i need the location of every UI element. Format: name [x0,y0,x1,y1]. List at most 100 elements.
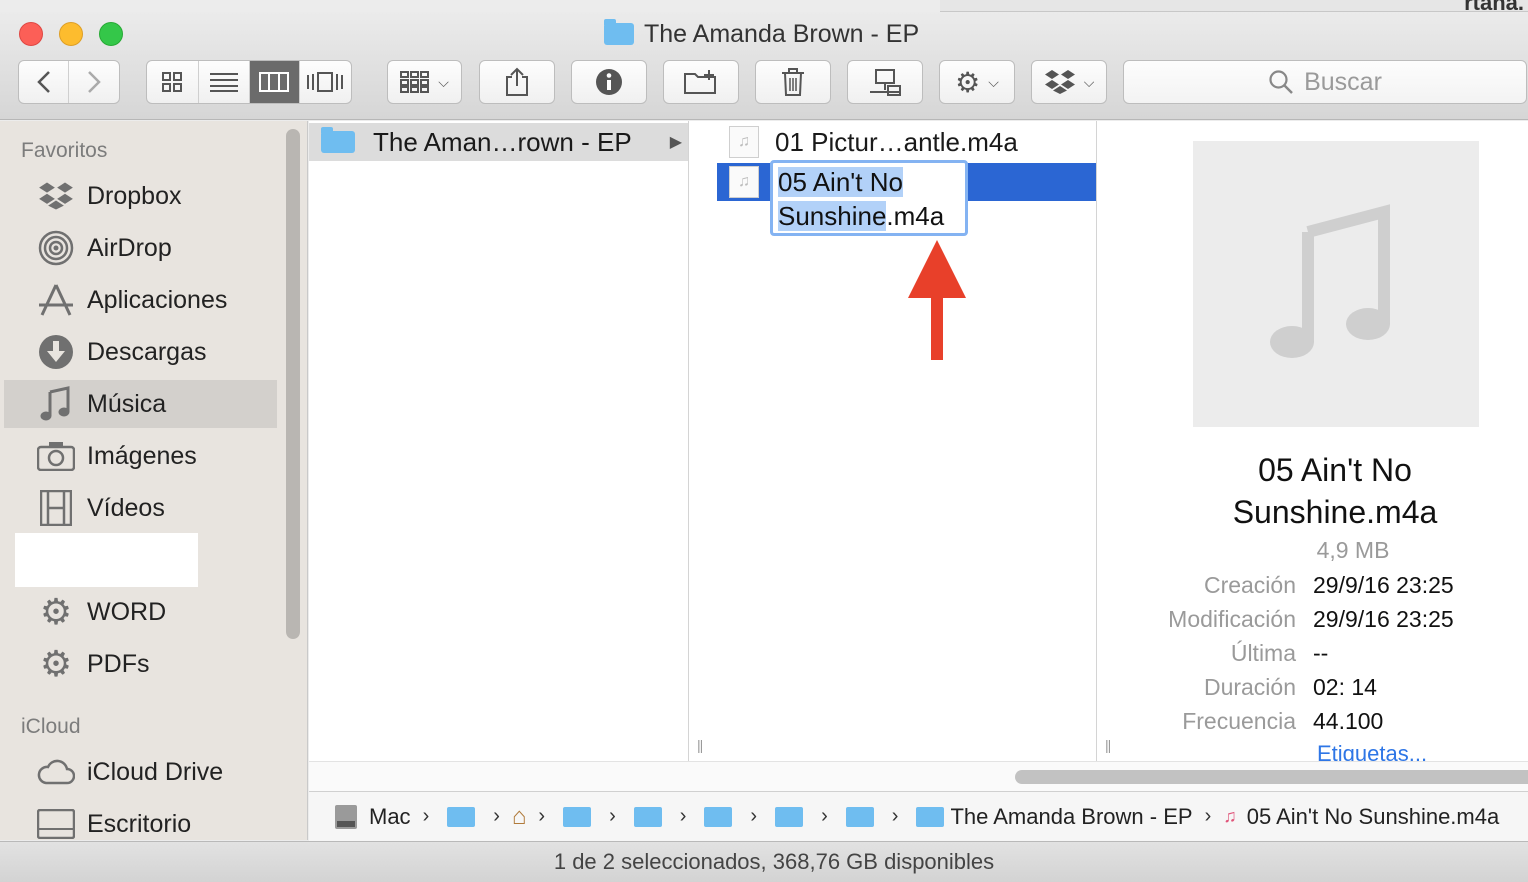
new-folder-icon [684,70,716,94]
audio-file-icon: ♫ [729,126,759,158]
zoom-button[interactable] [99,22,123,46]
sidebar-item-label: Vídeos [87,493,165,522]
rename-selected-part: Sunshine [778,201,887,231]
horizontal-scroll-thumb[interactable] [1015,770,1528,784]
path-separator-icon: › [891,805,899,827]
preview-title: 05 Ain't No Sunshine.m4a [1125,449,1528,533]
path-item-folder[interactable] [698,806,738,827]
forward-button[interactable] [69,61,119,103]
column-view-button[interactable] [250,61,300,103]
path-item-folder[interactable] [840,806,880,827]
path-separator-icon: › [750,805,758,827]
applications-icon [36,280,76,320]
path-item-album[interactable]: The Amanda Brown - EP [910,803,1193,830]
sidebar-item-label: PDFs [87,649,150,678]
path-item-folder[interactable] [628,806,668,827]
column-resize-handle[interactable]: || [1105,737,1111,753]
new-folder-button[interactable] [663,60,739,104]
path-item-home[interactable]: ⌂ [512,803,527,831]
sidebar-item-escritorio[interactable]: Escritorio [4,800,277,840]
music-folder-icon [563,806,592,827]
rename-text-field[interactable]: 05 Ain't No Sunshine.m4a [770,160,968,236]
columns-icon [259,72,290,92]
coverflow-view-button[interactable] [300,61,351,103]
path-item-music[interactable] [557,806,597,827]
sidebar-item-descargas[interactable]: Descargas [4,328,277,376]
path-separator-icon: › [493,805,500,827]
path-separator-icon: › [1204,805,1212,827]
path-item-folder[interactable] [769,806,809,827]
dropbox-icon [36,176,76,216]
home-icon: ⌂ [511,802,527,830]
music-note-icon [1270,204,1390,358]
icon-view-button[interactable] [147,61,199,103]
preview-value: 29/9/16 23:25 [1313,606,1454,632]
title-toolbar: The Amanda Brown - EP ⌵ ⚙ ⌵ ⌵ Buscar [0,12,1528,120]
disclosure-arrow-icon: ▶ [669,134,682,151]
audio-file-icon: ♫ [729,166,759,198]
camera-icon [36,436,76,476]
share-button[interactable] [479,60,555,104]
preview-label: Creación [1203,572,1296,598]
file-row[interactable]: ♫ 01 Pictur…antle.m4a [717,123,1096,161]
sidebar-item-dropbox[interactable]: Dropbox [4,172,277,220]
search-placeholder: Buscar [1304,67,1382,96]
info-icon [596,69,622,95]
rename-line1: 05 Ain't No [778,167,903,197]
status-bar: 1 de 2 seleccionados, 368,76 GB disponib… [0,841,1528,882]
sidebar-scrollbar[interactable] [286,129,300,639]
info-button[interactable] [571,60,647,104]
preview-label: Última [1230,640,1296,666]
view-mode-segmented [146,60,352,104]
sidebar-item-aplicaciones[interactable]: Aplicaciones [4,276,277,324]
folder-icon [845,806,874,827]
dropbox-menu-button[interactable]: ⌵ [1031,60,1107,104]
finder-window: rtana. The Amanda Brown - EP ⌵ ⚙ ⌵ ⌵ Bus… [0,0,1528,882]
column-divider[interactable]: || [1097,121,1125,761]
folder-name: The Aman…rown - EP [373,126,632,157]
sidebar-item-pdfs[interactable]: ⚙ PDFs [4,640,277,688]
sidebar-item-musica[interactable]: Música [4,380,277,428]
list-view-button[interactable] [199,61,250,103]
path-item-mac[interactable]: Mac [333,803,411,831]
folder-row[interactable]: The Aman…rown - EP ▶ [309,123,688,161]
connect-button[interactable] [847,60,923,104]
sidebar-item-videos[interactable]: Vídeos [4,484,277,532]
column-divider[interactable]: || [689,121,717,761]
sidebar-item-word[interactable]: ⚙ WORD [4,588,277,636]
arrange-button[interactable]: ⌵ [387,60,462,104]
arrange-grid-icon [400,71,430,93]
minimize-button[interactable] [59,22,83,46]
music-icon [36,384,76,424]
sidebar-item-imagenes[interactable]: Imágenes [4,432,277,480]
action-menu-button[interactable]: ⚙ ⌵ [939,60,1015,104]
delete-button[interactable] [755,60,831,104]
sidebar-item-label: iCloud Drive [87,757,224,786]
preview-value: 44.100 [1313,708,1384,734]
chevron-left-icon [36,71,50,93]
close-button[interactable] [19,22,43,46]
preview-title-line1: 05 Ain't No [1258,452,1412,488]
cloud-icon [36,752,76,792]
path-bar: Mac › › ⌂ › › › › › › The Amanda Brown -… [309,791,1528,841]
path-separator-icon: › [609,805,616,827]
downloads-icon [36,332,76,372]
rename-extension: .m4a [886,201,945,231]
preview-label: Frecuencia [1182,708,1296,734]
gear-icon: ⚙ [955,66,981,98]
back-button[interactable] [19,61,69,103]
file-name: 01 Pictur…antle.m4a [775,126,1018,157]
grid-icon [162,72,183,92]
column-resize-handle[interactable]: || [697,737,703,753]
search-field[interactable]: Buscar [1123,60,1527,104]
browser-column-1: The Aman…rown - EP ▶ [309,121,689,761]
preview-value: -- [1313,640,1329,666]
chevron-down-icon: ⌵ [1083,73,1095,90]
sidebar-item-airdrop[interactable]: AirDrop [4,224,277,272]
path-item-users[interactable] [441,806,481,827]
path-folder-label: The Amanda Brown - EP [950,803,1193,829]
dropbox-icon [1044,70,1075,94]
status-text: 1 de 2 seleccionados, 368,76 GB disponib… [553,849,995,874]
path-item-file[interactable]: ♫ 05 Ain't No Sunshine.m4a [1223,804,1499,830]
sidebar-item-icloud-drive[interactable]: iCloud Drive [4,748,277,796]
